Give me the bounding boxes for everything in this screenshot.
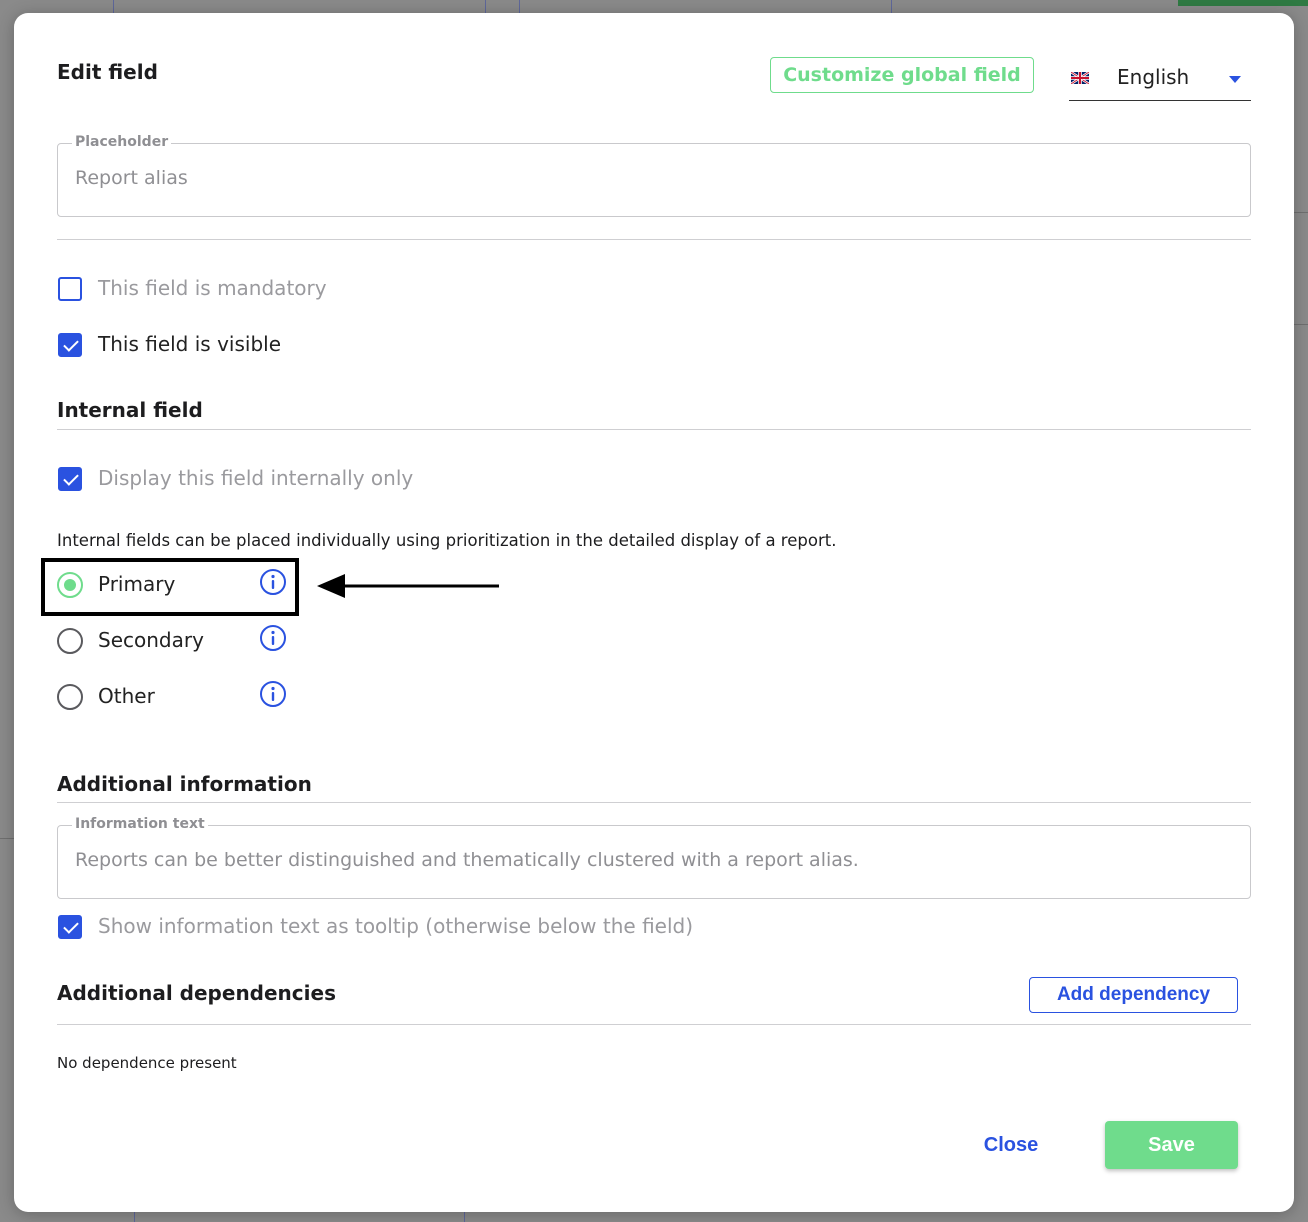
background-line bbox=[464, 1212, 465, 1222]
dialog-title: Edit field bbox=[57, 60, 158, 84]
info-icon[interactable] bbox=[259, 680, 287, 708]
placeholder-field[interactable]: Placeholder Report alias bbox=[57, 134, 1251, 217]
additional-dependencies-title: Additional dependencies bbox=[57, 981, 336, 1005]
additional-information-title: Additional information bbox=[57, 772, 312, 796]
internal-only-label: Display this field internally only bbox=[98, 466, 414, 490]
uk-flag-icon bbox=[1071, 72, 1089, 84]
visible-label: This field is visible bbox=[98, 332, 281, 356]
radio-secondary[interactable] bbox=[57, 628, 83, 654]
background-line bbox=[891, 0, 892, 13]
section-divider bbox=[57, 429, 1251, 430]
mandatory-label: This field is mandatory bbox=[98, 276, 327, 300]
background-line bbox=[1294, 212, 1308, 213]
caret-down-icon bbox=[1229, 76, 1241, 83]
annotation-arrow-icon bbox=[317, 574, 499, 598]
background-line bbox=[113, 0, 114, 13]
tooltip-label: Show information text as tooltip (otherw… bbox=[98, 914, 694, 938]
background-line bbox=[519, 0, 520, 13]
info-icon[interactable] bbox=[259, 624, 287, 652]
customize-global-field-button[interactable]: Customize global field bbox=[770, 57, 1034, 93]
language-select[interactable]: English bbox=[1069, 63, 1251, 101]
radio-secondary-label: Secondary bbox=[98, 628, 204, 652]
placeholder-field-value: Report alias bbox=[75, 167, 188, 189]
mandatory-checkbox[interactable] bbox=[58, 277, 82, 301]
add-dependency-button[interactable]: Add dependency bbox=[1029, 977, 1238, 1013]
language-selected-value: English bbox=[1117, 65, 1190, 89]
internal-field-title: Internal field bbox=[57, 398, 203, 422]
background-line bbox=[134, 1212, 135, 1222]
annotation-highlight-box bbox=[41, 558, 299, 616]
section-divider bbox=[57, 1024, 1251, 1025]
save-button[interactable]: Save bbox=[1105, 1121, 1238, 1169]
close-button[interactable]: Close bbox=[966, 1129, 1056, 1161]
no-dependence-text: No dependence present bbox=[57, 1054, 237, 1072]
background-line bbox=[0, 838, 14, 839]
section-divider bbox=[57, 802, 1251, 803]
internal-field-note: Internal fields can be placed individual… bbox=[57, 531, 837, 550]
placeholder-field-legend: Placeholder bbox=[72, 134, 172, 150]
radio-other[interactable] bbox=[57, 684, 83, 710]
radio-other-label: Other bbox=[98, 684, 155, 708]
background-green-bar bbox=[1178, 0, 1308, 6]
internal-only-checkbox[interactable] bbox=[58, 467, 82, 491]
edit-field-dialog: Edit field Customize global field Englis… bbox=[14, 13, 1294, 1212]
information-text-legend: Information text bbox=[72, 816, 208, 832]
information-text-field[interactable]: Information text Reports can be better d… bbox=[57, 816, 1251, 899]
tooltip-checkbox[interactable] bbox=[58, 915, 82, 939]
section-divider bbox=[57, 239, 1251, 240]
background-line bbox=[485, 0, 486, 13]
information-text-value: Reports can be better distinguished and … bbox=[75, 849, 859, 871]
visible-checkbox[interactable] bbox=[58, 333, 82, 357]
background-line bbox=[1294, 324, 1308, 325]
